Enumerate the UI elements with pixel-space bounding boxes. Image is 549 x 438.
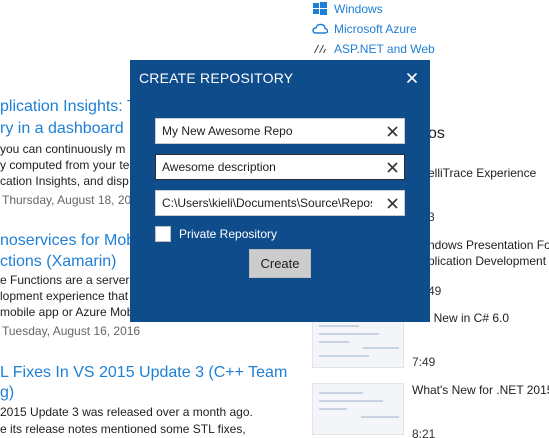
article-excerpt: 2015 Update 3 was released over a month …	[0, 405, 253, 419]
repo-name-field	[155, 118, 405, 144]
article-title[interactable]: ry in a dashboard	[0, 119, 124, 139]
private-repo-checkbox[interactable]	[155, 226, 171, 242]
private-repo-label: Private Repository	[179, 227, 278, 241]
article-excerpt: mobile app or Azure Mob	[0, 305, 134, 319]
video-title[interactable]: ndows Presentation Fou	[428, 238, 549, 252]
article-title[interactable]: plication Insights: Tr	[0, 97, 141, 117]
video-thumbnail[interactable]	[312, 383, 404, 435]
link-label: Microsoft Azure	[334, 22, 417, 36]
description-field	[155, 154, 405, 180]
article-title[interactable]: L Fixes In VS 2015 Update 3 (C++ Team	[0, 363, 287, 383]
repo-name-input[interactable]	[156, 119, 378, 143]
clear-description-icon[interactable]	[384, 159, 400, 175]
azure-icon	[312, 22, 328, 36]
article-excerpt: lopment experience that	[0, 289, 129, 303]
videos-heading: os	[428, 125, 445, 142]
private-repo-row: Private Repository	[155, 226, 277, 242]
video-title[interactable]: What's New for .NET 2015	[412, 383, 549, 397]
video-title[interactable]: elliTrace Experience	[428, 166, 536, 180]
video-duration: 8:21	[412, 427, 436, 438]
aspnet-icon	[312, 42, 328, 56]
link-aspnet[interactable]: ASP.NET and Web	[312, 40, 435, 58]
article-date: Thursday, August 18, 2016	[2, 193, 145, 207]
video-duration: 49	[428, 284, 442, 298]
article-title[interactable]: ctions (Xamarin)	[0, 252, 116, 272]
windows-icon	[312, 2, 328, 16]
link-windows[interactable]: Windows	[312, 0, 383, 18]
dialog-title: CREATE REPOSITORY	[139, 70, 294, 86]
local-path-input[interactable]	[156, 191, 378, 215]
article-excerpt: cation Insights, and disp	[0, 174, 129, 188]
create-button[interactable]: Create	[249, 249, 311, 278]
video-title[interactable]: plication Development	[428, 254, 546, 268]
article-excerpt: you can continuously m	[0, 142, 126, 156]
clear-name-icon[interactable]	[384, 123, 400, 139]
article-title[interactable]: noservices for Mobi	[0, 231, 139, 251]
link-label: ASP.NET and Web	[334, 42, 435, 56]
article-excerpt: e Functions are a serverle	[0, 273, 139, 287]
video-thumbnail[interactable]	[312, 316, 404, 368]
link-azure[interactable]: Microsoft Azure	[312, 20, 417, 38]
local-path-field	[155, 190, 405, 216]
video-duration: 7:49	[412, 355, 436, 369]
create-repository-dialog: CREATE REPOSITORY Private Repository Cre…	[130, 60, 430, 322]
description-input[interactable]	[156, 155, 378, 179]
close-icon[interactable]	[403, 69, 421, 87]
article-excerpt: y computed from your te	[0, 158, 130, 172]
article-title[interactable]: g)	[0, 383, 14, 403]
clear-path-icon[interactable]	[384, 195, 400, 211]
article-date: Tuesday, August 16, 2016	[2, 324, 141, 338]
article-excerpt: e its release notes mentioned some STL f…	[0, 422, 246, 436]
link-label: Windows	[334, 2, 383, 16]
